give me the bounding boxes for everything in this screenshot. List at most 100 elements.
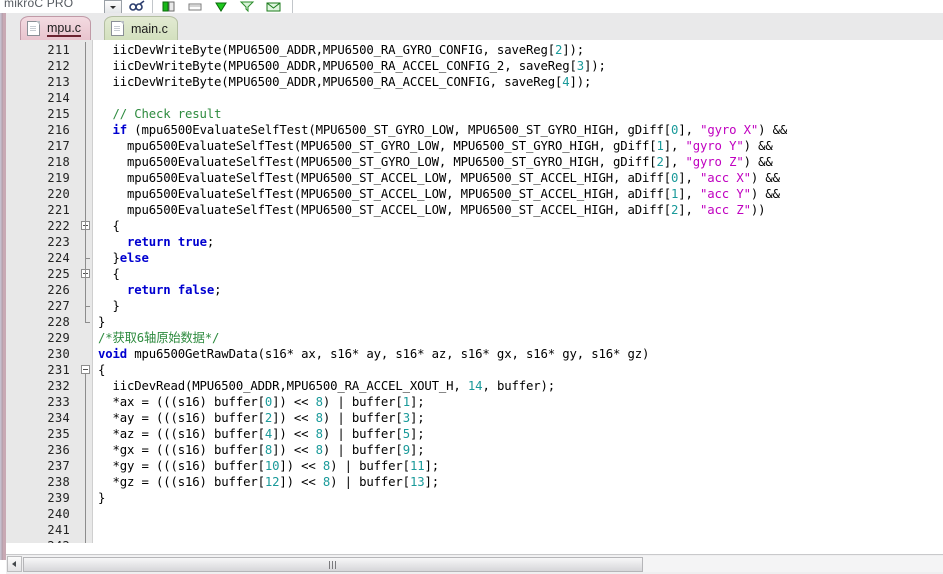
line-number: 229 — [47, 331, 70, 345]
line-number: 222 — [47, 219, 70, 233]
code-line: 235 *az = (((s16) buffer[4]) << 8) | buf… — [6, 426, 943, 442]
code-line: 225 { — [6, 266, 943, 282]
toolbar-dropdown-combo[interactable] — [104, 0, 122, 13]
code-line-text: iicDevRead(MPU6500_ADDR,MPU6500_RA_ACCEL… — [98, 379, 556, 393]
funnel-green-icon — [239, 1, 255, 13]
code-line: 217 mpu6500EvaluateSelfTest(MPU6500_ST_G… — [6, 138, 943, 154]
arrow-down-green-icon — [215, 2, 227, 12]
code-line: 233 *ax = (((s16) buffer[0]) << 8) | buf… — [6, 394, 943, 410]
toolbar: mikroC PRO — [0, 0, 943, 13]
code-line: 231 { — [6, 362, 943, 378]
code-line: 213 iicDevWriteByte(MPU6500_ADDR,MPU6500… — [6, 74, 943, 90]
code-line-text: // Check result — [112, 107, 222, 121]
code-line: 220 mpu6500EvaluateSelfTest(MPU6500_ST_A… — [6, 186, 943, 202]
code-line: 222 { — [6, 218, 943, 234]
book-icon[interactable] — [160, 0, 178, 13]
line-number: 225 — [47, 267, 70, 281]
tab-main-c[interactable]: main.c — [104, 16, 178, 40]
code-line: 236 *gx = (((s16) buffer[8]) << 8) | buf… — [6, 442, 943, 458]
line-number: 216 — [47, 123, 70, 137]
fold-region-end — [85, 322, 90, 323]
code-line: 227 } — [6, 298, 943, 314]
code-line-text: *gx = (((s16) buffer[8]) << 8) | buffer[… — [98, 443, 425, 457]
line-number: 237 — [47, 459, 70, 473]
code-line: 224 }else — [6, 250, 943, 266]
editor-tabbar: mpu.c main.c — [6, 13, 943, 40]
code-line-text: *ay = (((s16) buffer[2]) << 8) | buffer[… — [98, 411, 425, 425]
code-line: 223 return true; — [6, 234, 943, 250]
line-number: 233 — [47, 395, 70, 409]
code-line-text: } — [98, 491, 106, 505]
code-line: 239} — [6, 490, 943, 506]
code-line-text: } — [98, 299, 120, 313]
line-number: 235 — [47, 427, 70, 441]
code-line: 214 — [6, 90, 943, 106]
document-icon — [111, 21, 124, 36]
code-line: 228} — [6, 314, 943, 330]
code-line-text: iicDevWriteByte(MPU6500_ADDR,MPU6500_RA_… — [98, 43, 585, 57]
line-number: 231 — [47, 363, 70, 377]
editor-window: mpu.c main.c 211 iicDevWriteByte(MPU6500… — [0, 13, 943, 574]
code-line-text: *ax = (((s16) buffer[0]) << 8) | buffer[… — [98, 395, 425, 409]
code-editor[interactable]: 211 iicDevWriteByte(MPU6500_ADDR,MPU6500… — [6, 40, 943, 543]
code-line: 232 iicDevRead(MPU6500_ADDR,MPU6500_RA_A… — [6, 378, 943, 394]
code-line-text: if (mpu6500EvaluateSelfTest(MPU6500_ST_G… — [112, 123, 788, 137]
code-line-text: mpu6500EvaluateSelfTest(MPU6500_ST_GYRO_… — [98, 139, 773, 153]
filter-icon[interactable] — [238, 0, 256, 13]
code-line-text: mpu6500EvaluateSelfTest(MPU6500_ST_GYRO_… — [98, 155, 773, 169]
line-number: 214 — [47, 91, 70, 105]
window-icon — [188, 3, 202, 11]
horizontal-scrollbar[interactable] — [6, 554, 943, 574]
envelope-green-icon — [266, 2, 281, 12]
line-number: 224 — [47, 251, 70, 265]
code-line-text: mpu6500EvaluateSelfTest(MPU6500_ST_ACCEL… — [98, 171, 780, 185]
find-icon[interactable] — [128, 0, 146, 13]
scrollbar-thumb[interactable] — [23, 557, 643, 572]
code-line: 234 *ay = (((s16) buffer[2]) << 8) | buf… — [6, 410, 943, 426]
tab-label: mpu.c — [47, 20, 82, 37]
tab-mpu-c[interactable]: mpu.c — [20, 16, 92, 40]
line-number: 240 — [47, 507, 70, 521]
fold-guide-line — [85, 374, 86, 543]
editor-bottom-fill — [6, 543, 943, 554]
line-number: 219 — [47, 171, 70, 185]
code-line-text: { — [98, 363, 106, 377]
code-line-text: return false; — [127, 283, 222, 297]
code-line-text: }else — [98, 251, 149, 265]
code-line-text: return true; — [127, 235, 215, 249]
line-number: 239 — [47, 491, 70, 505]
envelope-icon[interactable] — [264, 0, 282, 13]
code-line: 237 *gy = (((s16) buffer[10]) << 8) | bu… — [6, 458, 943, 474]
fold-collapse-icon[interactable] — [81, 365, 90, 374]
scroll-left-arrow-icon[interactable] — [7, 556, 22, 572]
code-line-text: mpu6500EvaluateSelfTest(MPU6500_ST_ACCEL… — [98, 203, 766, 217]
code-line: 229 /*获取6轴原始数据*/ — [6, 330, 943, 346]
code-line-text: mpu6500EvaluateSelfTest(MPU6500_ST_ACCEL… — [98, 187, 780, 201]
code-line-text: void mpu6500GetRawData(s16* ax, s16* ay,… — [98, 347, 650, 361]
arrow-down-icon[interactable] — [212, 0, 230, 13]
app-title-text: mikroC PRO — [4, 0, 74, 10]
code-line-text: { — [98, 219, 120, 233]
line-number: 226 — [47, 283, 70, 297]
line-number: 217 — [47, 139, 70, 153]
line-number: 220 — [47, 187, 70, 201]
code-line: 215 // Check result — [6, 106, 943, 122]
code-line-text: iicDevWriteByte(MPU6500_ADDR,MPU6500_RA_… — [98, 75, 592, 89]
code-line: 226 return false; — [6, 282, 943, 298]
fold-guide-line-outer — [85, 42, 86, 322]
book-green-icon — [162, 1, 175, 12]
line-number: 241 — [47, 523, 70, 537]
line-number: 232 — [47, 379, 70, 393]
line-number: 230 — [47, 347, 70, 361]
code-line: 240 — [6, 506, 943, 522]
code-line-text: /*获取6轴原始数据*/ — [98, 331, 220, 345]
code-line-text: iicDevWriteByte(MPU6500_ADDR,MPU6500_RA_… — [98, 59, 606, 73]
line-number: 221 — [47, 203, 70, 217]
window-icon[interactable] — [186, 0, 204, 13]
line-number: 215 — [47, 107, 70, 121]
code-line: 218 mpu6500EvaluateSelfTest(MPU6500_ST_G… — [6, 154, 943, 170]
line-number: 212 — [47, 59, 70, 73]
line-number: 238 — [47, 475, 70, 489]
tab-label: main.c — [131, 21, 168, 36]
document-icon — [27, 21, 40, 36]
